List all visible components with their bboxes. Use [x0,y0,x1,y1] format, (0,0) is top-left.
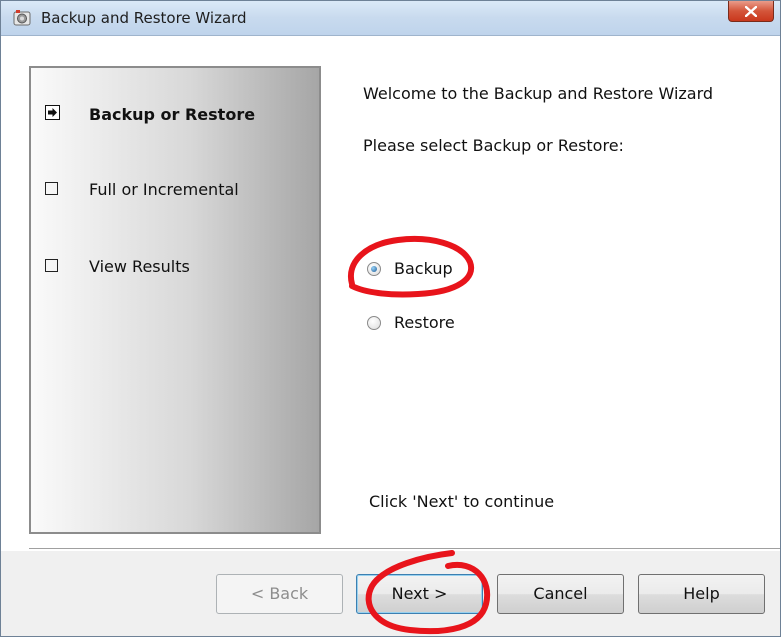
button-bar: < Back Next > Cancel Help [1,551,780,636]
window-title: Backup and Restore Wizard [41,9,247,27]
steps-panel: Backup or Restore Full or Incremental Vi… [29,66,321,534]
checkbox-icon [45,182,58,195]
step-label: Full or Incremental [89,180,239,199]
help-button[interactable]: Help [638,574,765,614]
app-icon [13,10,31,26]
close-icon [744,5,758,18]
next-button[interactable]: Next > [356,574,483,614]
cancel-button[interactable]: Cancel [497,574,624,614]
selection-prompt: Please select Backup or Restore: [363,136,624,155]
welcome-heading: Welcome to the Backup and Restore Wizard [363,84,714,103]
close-button[interactable] [728,1,774,22]
arrow-right-icon [45,105,60,120]
title-bar[interactable]: Backup and Restore Wizard [1,1,780,36]
restore-label[interactable]: Restore [394,313,455,332]
continue-hint: Click 'Next' to continue [369,492,555,511]
back-button[interactable]: < Back [216,574,343,614]
backup-label[interactable]: Backup [394,259,453,278]
wizard-body: Backup or Restore Full or Incremental Vi… [1,36,780,636]
checkbox-icon [45,259,58,272]
step-label: Backup or Restore [89,105,256,124]
restore-radio[interactable] [367,316,381,330]
wizard-window: Backup and Restore Wizard Backup or Rest… [0,0,781,637]
backup-radio[interactable] [367,262,381,276]
step-label: View Results [89,257,190,276]
